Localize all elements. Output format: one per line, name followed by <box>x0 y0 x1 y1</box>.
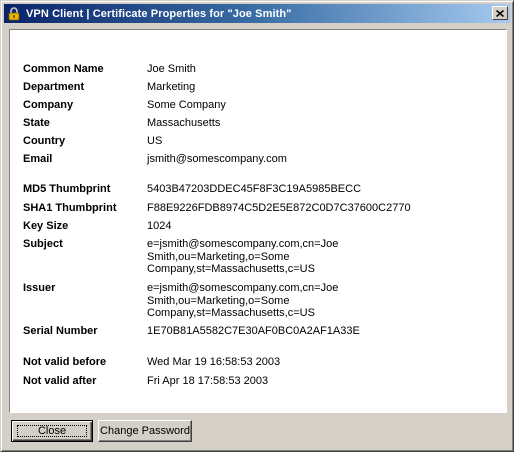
field-value: 1E70B81A5582C7E30AF0BC0A2AF1A33E <box>147 325 360 337</box>
field-value: Wed Mar 19 16:58:53 2003 <box>147 356 281 368</box>
field-value: 1024 <box>147 220 172 232</box>
field-label: Email <box>23 153 53 165</box>
field-label: Subject <box>23 238 63 250</box>
close-window-button[interactable] <box>492 6 508 20</box>
field-label: Not valid after <box>23 375 97 387</box>
field-label: Common Name <box>23 63 104 75</box>
field-label: Serial Number <box>23 325 98 337</box>
field-label: State <box>23 117 50 129</box>
field-value: F88E9226FDB8974C5D2E5E872C0D7C37600C2770 <box>147 202 411 214</box>
window-title: VPN Client | Certificate Properties for … <box>26 7 292 20</box>
field-label: Country <box>23 135 66 147</box>
close-button[interactable]: Close <box>11 420 93 442</box>
field-value: e=jsmith@somescompany.com,cn=Joe Smith,o… <box>147 282 339 319</box>
padlock-icon <box>6 6 22 22</box>
field-value: US <box>147 135 163 147</box>
title-bar[interactable]: VPN Client | Certificate Properties for … <box>4 4 510 23</box>
change-password-button[interactable]: Change Password <box>98 420 192 442</box>
field-label: Issuer <box>23 282 56 294</box>
field-label: Company <box>23 99 74 111</box>
field-value: e=jsmith@somescompany.com,cn=Joe Smith,o… <box>147 238 339 275</box>
certificate-properties-window: VPN Client | Certificate Properties for … <box>0 0 514 452</box>
field-value: Joe Smith <box>147 63 196 75</box>
field-label: Not valid before <box>23 356 107 368</box>
field-value: Marketing <box>147 81 196 93</box>
field-label: Key Size <box>23 220 69 232</box>
field-value: jsmith@somescompany.com <box>147 153 287 165</box>
field-value: Some Company <box>147 99 226 111</box>
field-value: 5403B47203DDEC45F8F3C19A5985BECC <box>147 183 362 195</box>
certificate-details-panel: Common Name Joe Smith Department Marketi… <box>9 29 507 413</box>
field-label: MD5 Thumbprint <box>23 183 111 195</box>
close-button-label: Close <box>37 425 67 437</box>
close-icon <box>496 9 504 17</box>
field-value: Fri Apr 18 17:58:53 2003 <box>147 375 269 387</box>
field-label: Department <box>23 81 85 93</box>
change-password-button-label: Change Password <box>100 425 190 437</box>
field-value: Massachusetts <box>147 117 221 129</box>
field-label: SHA1 Thumbprint <box>23 202 117 214</box>
